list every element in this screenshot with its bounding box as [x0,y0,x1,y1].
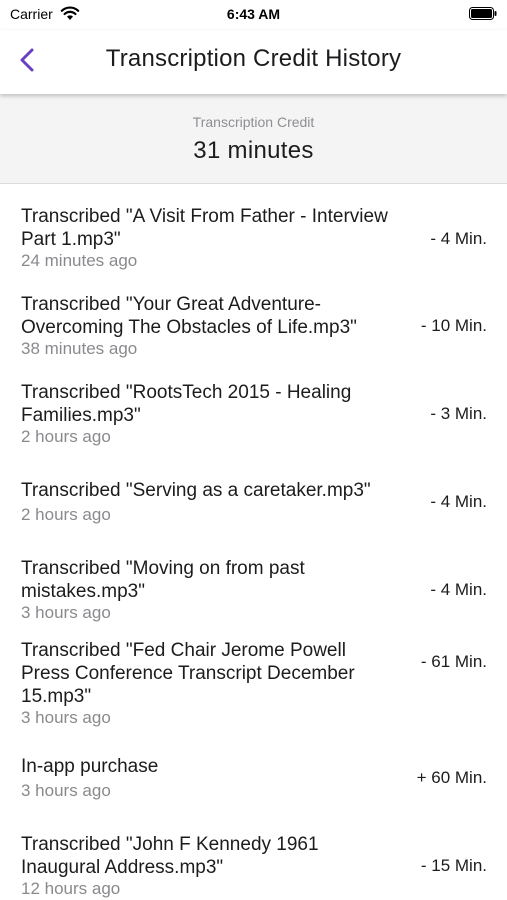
item-time: 3 hours ago [21,708,111,727]
item-time: 2 hours ago [21,427,111,446]
item-amount: - 61 Min. [420,652,487,671]
item-amount: - 4 Min. [430,492,487,511]
status-bar: Carrier 6:43 AM [0,0,507,30]
item-title: Transcribed "Moving on from past mistake… [21,558,305,602]
item-amount: - 4 Min. [430,229,487,248]
item-title: Transcribed "A Visit From Father - Inter… [21,206,388,250]
status-time: 6:43 AM [226,6,281,22]
item-amount: - 10 Min. [420,316,487,335]
item-time: 3 hours ago [21,603,111,622]
item-title: Transcribed "Fed Chair Jerome Powell Pre… [21,640,355,707]
item-amount: - 4 Min. [430,580,487,599]
credit-summary: Transcription Credit 31 minutes [0,94,507,184]
credit-value: 31 minutes [193,137,314,164]
item-time: 38 minutes ago [21,339,138,358]
item-title: Transcribed "Your Great Adventure- Overc… [21,294,357,338]
item-time: 2 hours ago [21,505,111,524]
item-time: 12 hours ago [21,879,121,898]
item-amount: + 60 Min. [416,768,487,787]
item-title: In-app purchase [21,756,159,777]
battery-icon [469,7,497,20]
item-time: 24 minutes ago [21,251,138,270]
item-title: Transcribed "John F Kennedy 1961 Inaugur… [21,834,319,878]
item-amount: - 3 Min. [430,404,487,423]
credit-label: Transcription Credit [192,114,315,130]
item-amount: - 15 Min. [420,856,487,875]
item-time: 3 hours ago [21,781,111,800]
item-title: Transcribed "Serving as a caretaker.mp3" [21,480,371,501]
navigation-bar: Transcription Credit History [0,30,507,94]
item-title: Transcribed "RootsTech 2015 - Healing Fa… [21,382,352,426]
page-title: Transcription Credit History [105,45,402,72]
